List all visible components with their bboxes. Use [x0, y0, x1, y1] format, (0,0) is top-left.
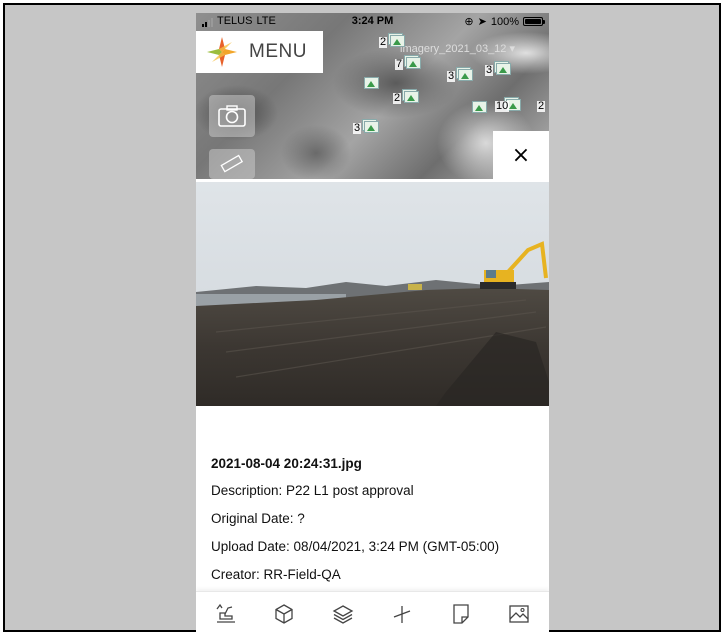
photo-cluster-marker[interactable]: 10 — [495, 95, 522, 113]
photo-cluster-marker[interactable]: 2 — [393, 87, 420, 105]
camera-button[interactable] — [209, 95, 255, 137]
note-icon[interactable] — [449, 602, 473, 626]
status-right: ⊕ ➤ 100% — [464, 15, 545, 28]
measure-icon[interactable] — [390, 602, 414, 626]
photo-filename: 2021-08-04 20:24:31.jpg — [211, 456, 362, 471]
photo-description: Description: P22 L1 post approval — [211, 483, 414, 498]
photo-creator: Creator: RR-Field-QA — [211, 567, 341, 582]
menu-button[interactable]: MENU — [196, 31, 323, 73]
cube-icon[interactable] — [272, 602, 296, 626]
camera-icon — [218, 105, 246, 127]
photo-cluster-marker[interactable]: 7 — [395, 53, 422, 71]
orientation-lock-icon: ⊕ — [464, 16, 474, 28]
photo-cluster-marker[interactable]: 3 — [447, 65, 474, 83]
photo-cluster-marker[interactable]: 2 — [379, 31, 406, 49]
image-icon[interactable] — [507, 602, 531, 626]
site-photo[interactable] — [196, 182, 549, 406]
map-view[interactable]: MENU imagery_2021_03_12 ▾ 2 7 3 3 2 10 2… — [196, 13, 549, 179]
menu-label: MENU — [249, 41, 307, 62]
close-icon: × — [511, 142, 531, 168]
photo-upload-date: Upload Date: 08/04/2021, 3:24 PM (GMT-05… — [211, 539, 500, 554]
app-logo-icon — [207, 37, 237, 67]
ruler-icon — [220, 154, 244, 173]
photo-cluster-marker[interactable]: 3 — [485, 59, 512, 77]
bottom-toolbar — [196, 591, 549, 635]
phone-screen: MENU imagery_2021_03_12 ▾ 2 7 3 3 2 10 2… — [196, 13, 549, 635]
photo-info-panel: 2021-08-04 20:24:31.jpg Description: P22… — [196, 406, 549, 598]
photo-marker[interactable] — [472, 101, 492, 119]
status-bar: TELUS LTE 3:24 PM ⊕ ➤ 100% — [196, 13, 549, 31]
photo-original-date: Original Date: ? — [211, 511, 305, 526]
photo-cluster-marker[interactable]: 2 — [537, 95, 549, 113]
layers-icon[interactable] — [331, 602, 355, 626]
chevron-down-icon: ▾ — [509, 43, 516, 55]
photo-marker[interactable] — [364, 77, 384, 95]
screenshot-frame: MENU imagery_2021_03_12 ▾ 2 7 3 3 2 10 2… — [3, 3, 721, 635]
photo-cluster-marker[interactable]: 3 — [353, 117, 380, 135]
excavator-icon[interactable] — [214, 602, 238, 626]
battery-icon — [523, 17, 545, 26]
close-button[interactable]: × — [493, 131, 549, 179]
ruler-button[interactable] — [209, 149, 255, 179]
location-arrow-icon: ➤ — [477, 16, 487, 28]
battery-percent: 100% — [490, 15, 519, 28]
